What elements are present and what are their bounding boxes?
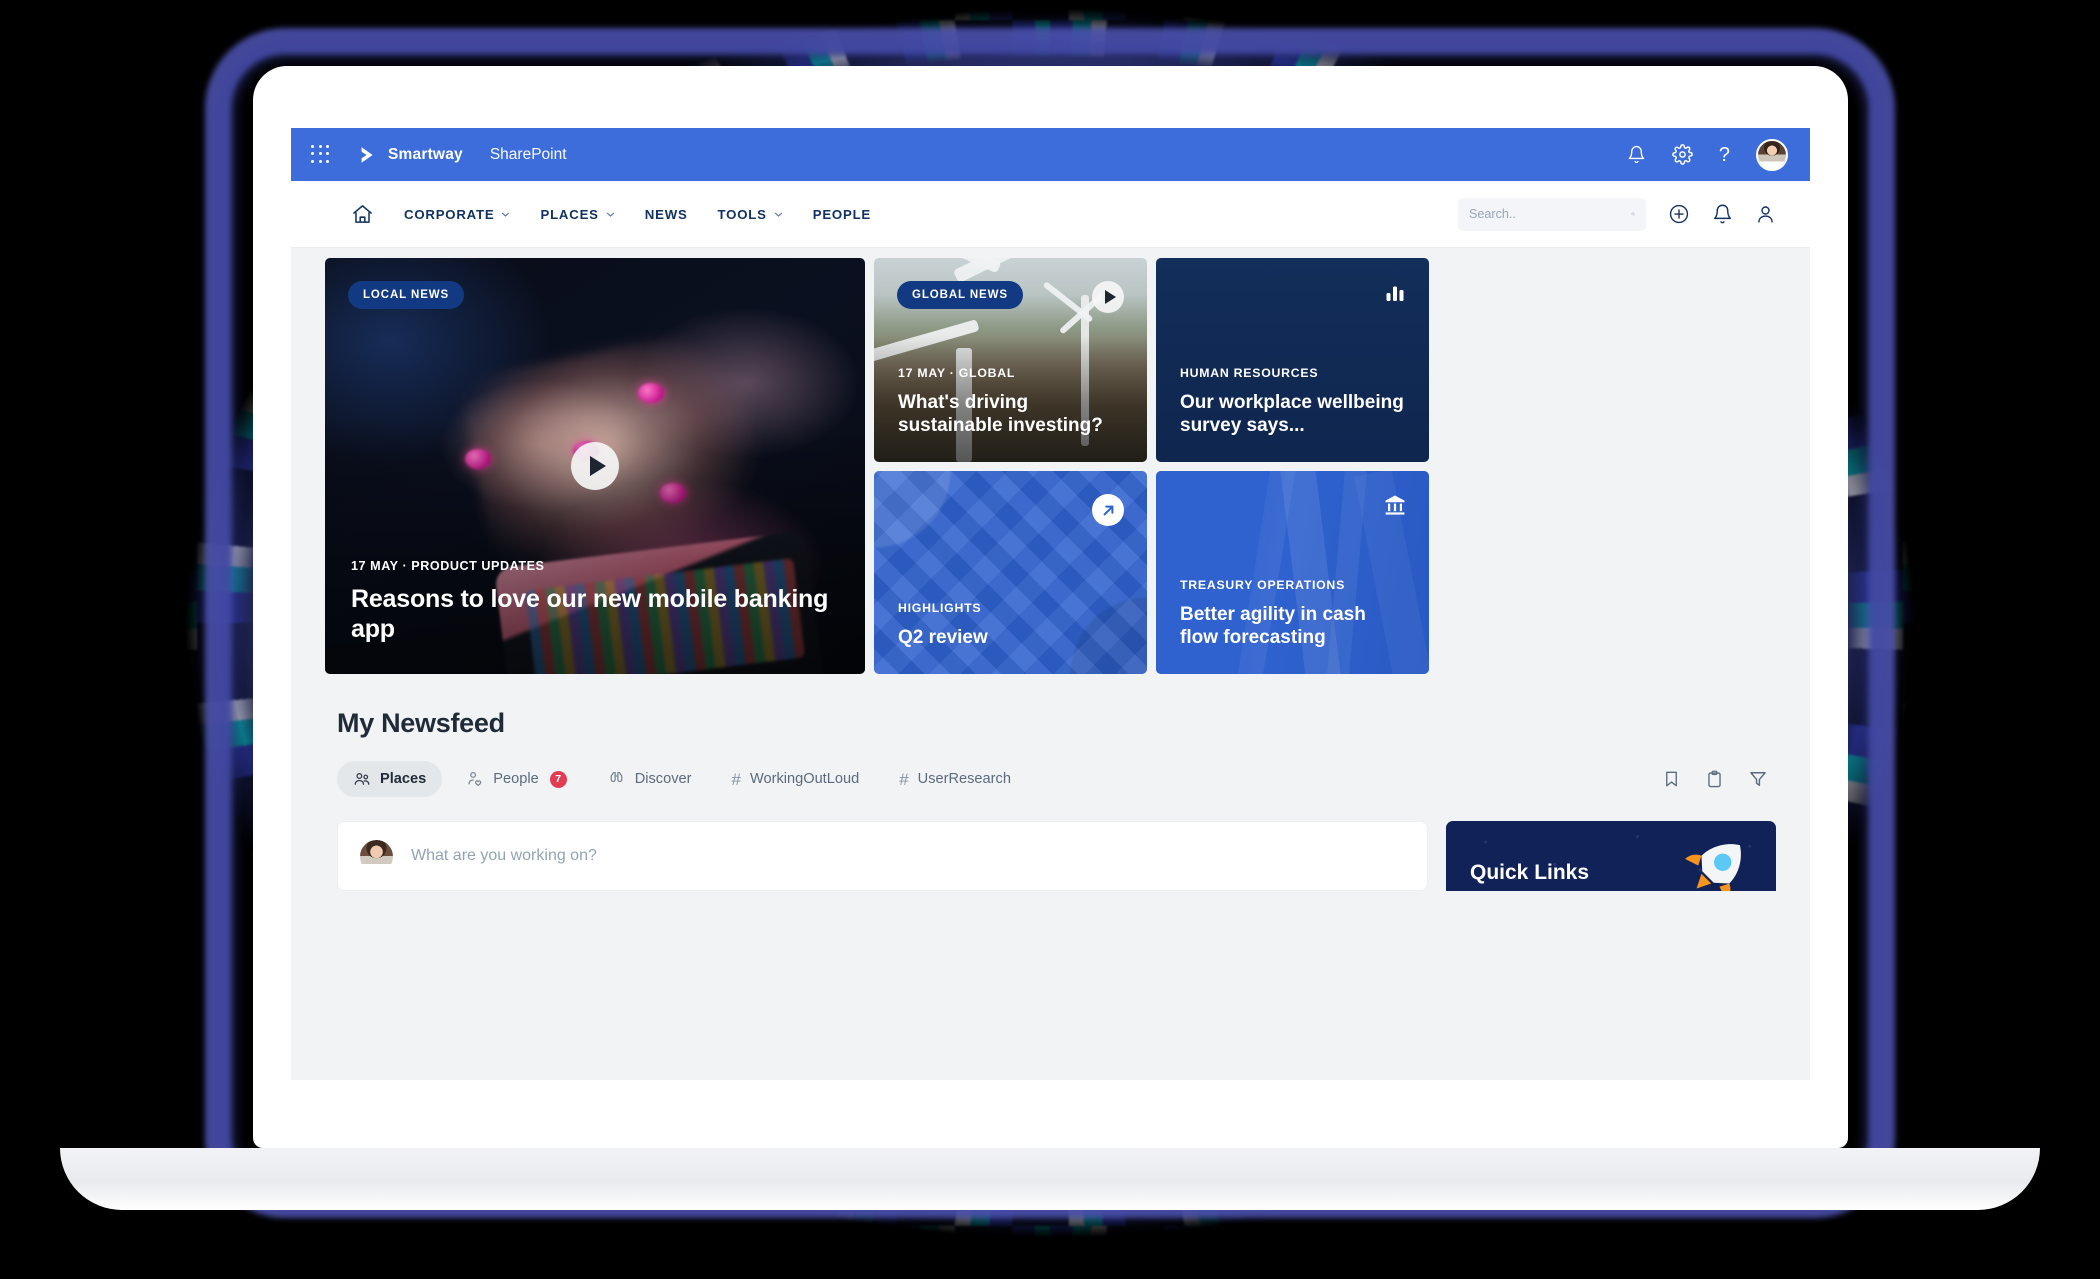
search-icon[interactable] [1631, 206, 1635, 222]
nav-item-news[interactable]: NEWS [645, 207, 688, 222]
nav-item-corporate[interactable]: CORPORATE [404, 207, 510, 222]
app-bar-actions: ? [1627, 138, 1788, 171]
card-title: Q2 review [898, 627, 988, 649]
newsfeed-tabs: Places People 7 Discover # WorkingOutLou… [337, 761, 1776, 797]
nav-item-places[interactable]: PLACES [540, 207, 614, 222]
tab-label: WorkingOutLoud [749, 771, 860, 787]
tab-discover[interactable]: Discover [591, 761, 708, 797]
tab-badge-count: 7 [549, 770, 567, 788]
avatar [360, 839, 393, 873]
nav-right-actions [1458, 197, 1776, 231]
card-title: Reasons to love our new mobile banking a… [351, 585, 829, 643]
nav-item-label: NEWS [644, 206, 688, 222]
avatar[interactable] [1756, 138, 1788, 171]
card-human-resources[interactable]: HUMAN RESOURCES Our workplace wellbeing … [1156, 258, 1429, 462]
main-navigation: CORPORATE PLACES NEWS TOOLS PEOPLE [291, 181, 1810, 248]
rocket-icon [1685, 844, 1741, 891]
nav-item-people[interactable]: PEOPLE [813, 207, 871, 222]
hash-icon: # [731, 769, 741, 789]
hero-card-text: 17 MAY · PRODUCT UPDATES Reasons to love… [325, 559, 865, 674]
play-icon [589, 456, 606, 476]
person-heart-icon [468, 771, 482, 787]
bar-chart-icon [1386, 286, 1404, 301]
arrow-up-right-icon[interactable] [1092, 494, 1124, 526]
brand-name: Smartway [388, 145, 463, 163]
treasury-card-text: TREASURY OPERATIONS Better agility in ca… [1156, 578, 1429, 675]
card-title: What's driving sustainable investing? [898, 391, 1103, 437]
person-icon[interactable] [1755, 203, 1776, 225]
bell-icon[interactable] [1627, 144, 1646, 165]
play-button[interactable] [1092, 281, 1124, 313]
play-icon [1104, 290, 1116, 304]
quick-links-card[interactable]: Quick Links [1446, 821, 1776, 891]
chevron-down-icon [606, 212, 614, 217]
card-highlights-q2[interactable]: HIGHLIGHTS Q2 review [874, 471, 1147, 674]
browser-screen: Smartway SharePoint ? CORPORATE PLACES N… [291, 128, 1810, 1080]
plus-circle-icon[interactable] [1668, 203, 1690, 225]
people-group-icon [354, 773, 370, 785]
post-composer[interactable] [337, 821, 1428, 891]
content-area: LOCAL NEWS 17 MAY · PRODUCT UPDATES Reas… [291, 248, 1810, 674]
newsfeed-actions [1662, 769, 1776, 789]
card-kicker: 17 MAY · GLOBAL [898, 365, 1016, 380]
nav-items: CORPORATE PLACES NEWS TOOLS PEOPLE [404, 207, 871, 222]
app-grid-icon[interactable] [311, 144, 331, 165]
play-button[interactable] [571, 442, 619, 490]
card-title: Better agility in cash flow forecasting [1180, 603, 1366, 649]
help-icon[interactable]: ? [1719, 145, 1730, 165]
wind-card-text: 17 MAY · GLOBAL What's driving sustainab… [874, 366, 1147, 463]
card-global-news-wind[interactable]: GLOBAL NEWS 17 MAY · GLOBAL What's drivi… [874, 258, 1147, 462]
gear-icon[interactable] [1672, 144, 1693, 165]
app-bar: Smartway SharePoint ? [291, 128, 1810, 181]
tab-workingoutloud[interactable]: # WorkingOutLoud [715, 762, 875, 797]
nav-item-label: TOOLS [717, 206, 767, 222]
brand-logo[interactable]: Smartway [357, 144, 463, 166]
filter-icon[interactable] [1748, 769, 1768, 789]
binoculars-icon [610, 771, 623, 783]
card-kicker: TREASURY OPERATIONS [1180, 577, 1346, 592]
hash-icon: # [899, 769, 909, 789]
chevron-down-icon [774, 212, 782, 217]
home-icon[interactable] [351, 203, 374, 226]
nav-item-label: CORPORATE [404, 206, 495, 222]
tab-places[interactable]: Places [337, 761, 443, 797]
newsfeed-bottom-row: Quick Links [337, 821, 1776, 891]
search-box[interactable] [1458, 197, 1646, 231]
nav-item-label: PLACES [540, 206, 599, 222]
card-treasury-operations[interactable]: TREASURY OPERATIONS Better agility in ca… [1156, 471, 1429, 674]
chevron-logo-icon [361, 146, 373, 163]
tab-label: UserResearch [917, 771, 1011, 787]
chevron-down-icon [502, 212, 510, 217]
hr-card-text: HUMAN RESOURCES Our workplace wellbeing … [1156, 366, 1429, 463]
card-kicker: 17 MAY · PRODUCT UPDATES [351, 559, 545, 573]
composer-input[interactable] [411, 847, 1405, 865]
clipboard-icon[interactable] [1705, 769, 1724, 789]
bell-icon[interactable] [1712, 203, 1733, 225]
card-badge-global-news: GLOBAL NEWS [897, 281, 1023, 309]
card-kicker: HUMAN RESOURCES [1180, 365, 1319, 380]
tab-label: Discover [634, 771, 692, 787]
nav-item-label: PEOPLE [812, 206, 872, 222]
card-kicker: HIGHLIGHTS [898, 601, 982, 616]
page-title: My Newsfeed [337, 708, 505, 738]
q2-card-text: HIGHLIGHTS Q2 review [874, 601, 1147, 674]
card-badge-local-news: LOCAL NEWS [348, 281, 465, 309]
app-name: SharePoint [489, 145, 567, 163]
search-input[interactable] [1469, 207, 1631, 221]
laptop-base [60, 1148, 2040, 1210]
card-title: Our workplace wellbeing survey says... [1180, 391, 1404, 437]
news-cards-grid: LOCAL NEWS 17 MAY · PRODUCT UPDATES Reas… [325, 258, 1776, 674]
tab-label: Places [380, 771, 427, 787]
nav-item-tools[interactable]: TOOLS [718, 207, 783, 222]
tab-people[interactable]: People 7 [450, 761, 582, 797]
card-hero-local-news[interactable]: LOCAL NEWS 17 MAY · PRODUCT UPDATES Reas… [325, 258, 865, 674]
newsfeed-section: My Newsfeed Places People 7 Discover # W… [291, 674, 1810, 891]
tab-userresearch[interactable]: # UserResearch [883, 762, 1027, 797]
tab-label: People [493, 771, 539, 787]
bank-icon [1385, 495, 1405, 515]
bookmark-icon[interactable] [1662, 769, 1681, 789]
